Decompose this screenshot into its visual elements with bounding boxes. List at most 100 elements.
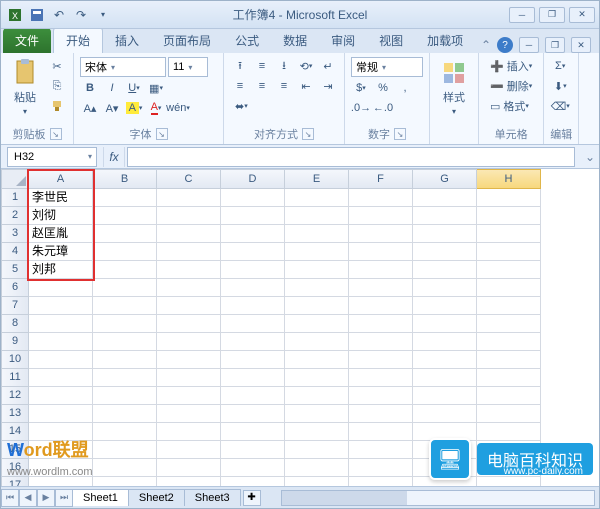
- cell-E2[interactable]: [285, 207, 349, 225]
- font-color-button[interactable]: A▾: [146, 99, 166, 117]
- minimize-ribbon-icon[interactable]: ⌃: [481, 38, 491, 52]
- cell-G2[interactable]: [413, 207, 477, 225]
- clipboard-launcher[interactable]: ↘: [50, 128, 62, 140]
- cell-F16[interactable]: [349, 459, 413, 477]
- cell-H7[interactable]: [477, 297, 541, 315]
- row-header-4[interactable]: 4: [1, 243, 29, 261]
- cell-A3[interactable]: 赵匡胤: [29, 225, 93, 243]
- cell-G8[interactable]: [413, 315, 477, 333]
- cell-E14[interactable]: [285, 423, 349, 441]
- cell-B8[interactable]: [93, 315, 157, 333]
- cell-G10[interactable]: [413, 351, 477, 369]
- tab-data[interactable]: 数据: [271, 28, 319, 53]
- tab-insert[interactable]: 插入: [103, 28, 151, 53]
- cell-C5[interactable]: [157, 261, 221, 279]
- undo-icon[interactable]: ↶: [49, 5, 69, 25]
- cell-D16[interactable]: [221, 459, 285, 477]
- cell-B13[interactable]: [93, 405, 157, 423]
- minimize-button[interactable]: ─: [509, 7, 535, 23]
- font-size-combo[interactable]: 11▾: [168, 57, 208, 77]
- format-painter-icon[interactable]: [47, 97, 67, 115]
- fill-color-button[interactable]: A▾: [124, 99, 144, 117]
- cell-G11[interactable]: [413, 369, 477, 387]
- cell-H1[interactable]: [477, 189, 541, 207]
- cell-A12[interactable]: [29, 387, 93, 405]
- cell-D15[interactable]: [221, 441, 285, 459]
- cell-H3[interactable]: [477, 225, 541, 243]
- cell-C1[interactable]: [157, 189, 221, 207]
- cell-D9[interactable]: [221, 333, 285, 351]
- cell-D5[interactable]: [221, 261, 285, 279]
- cell-D2[interactable]: [221, 207, 285, 225]
- cell-D3[interactable]: [221, 225, 285, 243]
- cell-D13[interactable]: [221, 405, 285, 423]
- cell-C17[interactable]: [157, 477, 221, 486]
- cell-B3[interactable]: [93, 225, 157, 243]
- row-header-1[interactable]: 1: [1, 189, 29, 207]
- increase-decimal-button[interactable]: .0→: [351, 99, 371, 117]
- cell-A2[interactable]: 刘彻: [29, 207, 93, 225]
- align-launcher[interactable]: ↘: [302, 128, 314, 140]
- cell-A10[interactable]: [29, 351, 93, 369]
- shrink-font-button[interactable]: A▾: [102, 99, 122, 117]
- cell-H6[interactable]: [477, 279, 541, 297]
- restore-button[interactable]: ❐: [539, 7, 565, 23]
- underline-button[interactable]: U▾: [124, 79, 144, 97]
- accounting-format-button[interactable]: $▾: [351, 79, 371, 97]
- tab-home[interactable]: 开始: [53, 27, 103, 53]
- cell-H11[interactable]: [477, 369, 541, 387]
- cell-E8[interactable]: [285, 315, 349, 333]
- cell-B11[interactable]: [93, 369, 157, 387]
- phonetic-button[interactable]: wén▾: [168, 99, 188, 117]
- cell-F6[interactable]: [349, 279, 413, 297]
- expand-formula-bar-icon[interactable]: ⌄: [581, 150, 599, 164]
- number-launcher[interactable]: ↘: [394, 128, 406, 140]
- paste-button[interactable]: 粘贴 ▾: [7, 57, 43, 118]
- cell-H10[interactable]: [477, 351, 541, 369]
- row-header-7[interactable]: 7: [1, 297, 29, 315]
- cut-icon[interactable]: ✂: [47, 57, 67, 75]
- cell-G1[interactable]: [413, 189, 477, 207]
- increase-indent-button[interactable]: ⇥: [318, 77, 338, 95]
- sheet-tab-sheet3[interactable]: Sheet3: [184, 489, 241, 506]
- row-header-9[interactable]: 9: [1, 333, 29, 351]
- cell-E6[interactable]: [285, 279, 349, 297]
- cell-D6[interactable]: [221, 279, 285, 297]
- cell-E9[interactable]: [285, 333, 349, 351]
- cell-E10[interactable]: [285, 351, 349, 369]
- clear-button[interactable]: ⌫▾: [550, 97, 570, 115]
- cell-F10[interactable]: [349, 351, 413, 369]
- cell-C16[interactable]: [157, 459, 221, 477]
- row-header-2[interactable]: 2: [1, 207, 29, 225]
- cell-F3[interactable]: [349, 225, 413, 243]
- merge-center-button[interactable]: ⬌▾: [230, 97, 253, 115]
- decrease-decimal-button[interactable]: ←.0: [373, 99, 393, 117]
- horizontal-scrollbar[interactable]: [281, 490, 595, 506]
- decrease-indent-button[interactable]: ⇤: [296, 77, 316, 95]
- align-bottom-button[interactable]: ⭳: [274, 57, 294, 75]
- cell-F13[interactable]: [349, 405, 413, 423]
- row-header-8[interactable]: 8: [1, 315, 29, 333]
- autosum-button[interactable]: Σ▾: [550, 57, 570, 75]
- column-header-D[interactable]: D: [221, 169, 285, 189]
- formula-input[interactable]: [127, 147, 575, 167]
- cell-F9[interactable]: [349, 333, 413, 351]
- select-all-button[interactable]: [1, 169, 29, 189]
- cell-B7[interactable]: [93, 297, 157, 315]
- align-middle-button[interactable]: ≡: [252, 57, 272, 75]
- sheet-tab-sheet2[interactable]: Sheet2: [128, 489, 185, 506]
- cell-A4[interactable]: 朱元璋: [29, 243, 93, 261]
- cell-C14[interactable]: [157, 423, 221, 441]
- cell-A11[interactable]: [29, 369, 93, 387]
- cell-B4[interactable]: [93, 243, 157, 261]
- cell-H4[interactable]: [477, 243, 541, 261]
- cell-A9[interactable]: [29, 333, 93, 351]
- cell-E17[interactable]: [285, 477, 349, 486]
- row-header-6[interactable]: 6: [1, 279, 29, 297]
- cell-D11[interactable]: [221, 369, 285, 387]
- redo-icon[interactable]: ↷: [71, 5, 91, 25]
- tab-formulas[interactable]: 公式: [223, 28, 271, 53]
- cell-H9[interactable]: [477, 333, 541, 351]
- cell-E12[interactable]: [285, 387, 349, 405]
- sheet-nav-prev[interactable]: ◀: [19, 489, 37, 507]
